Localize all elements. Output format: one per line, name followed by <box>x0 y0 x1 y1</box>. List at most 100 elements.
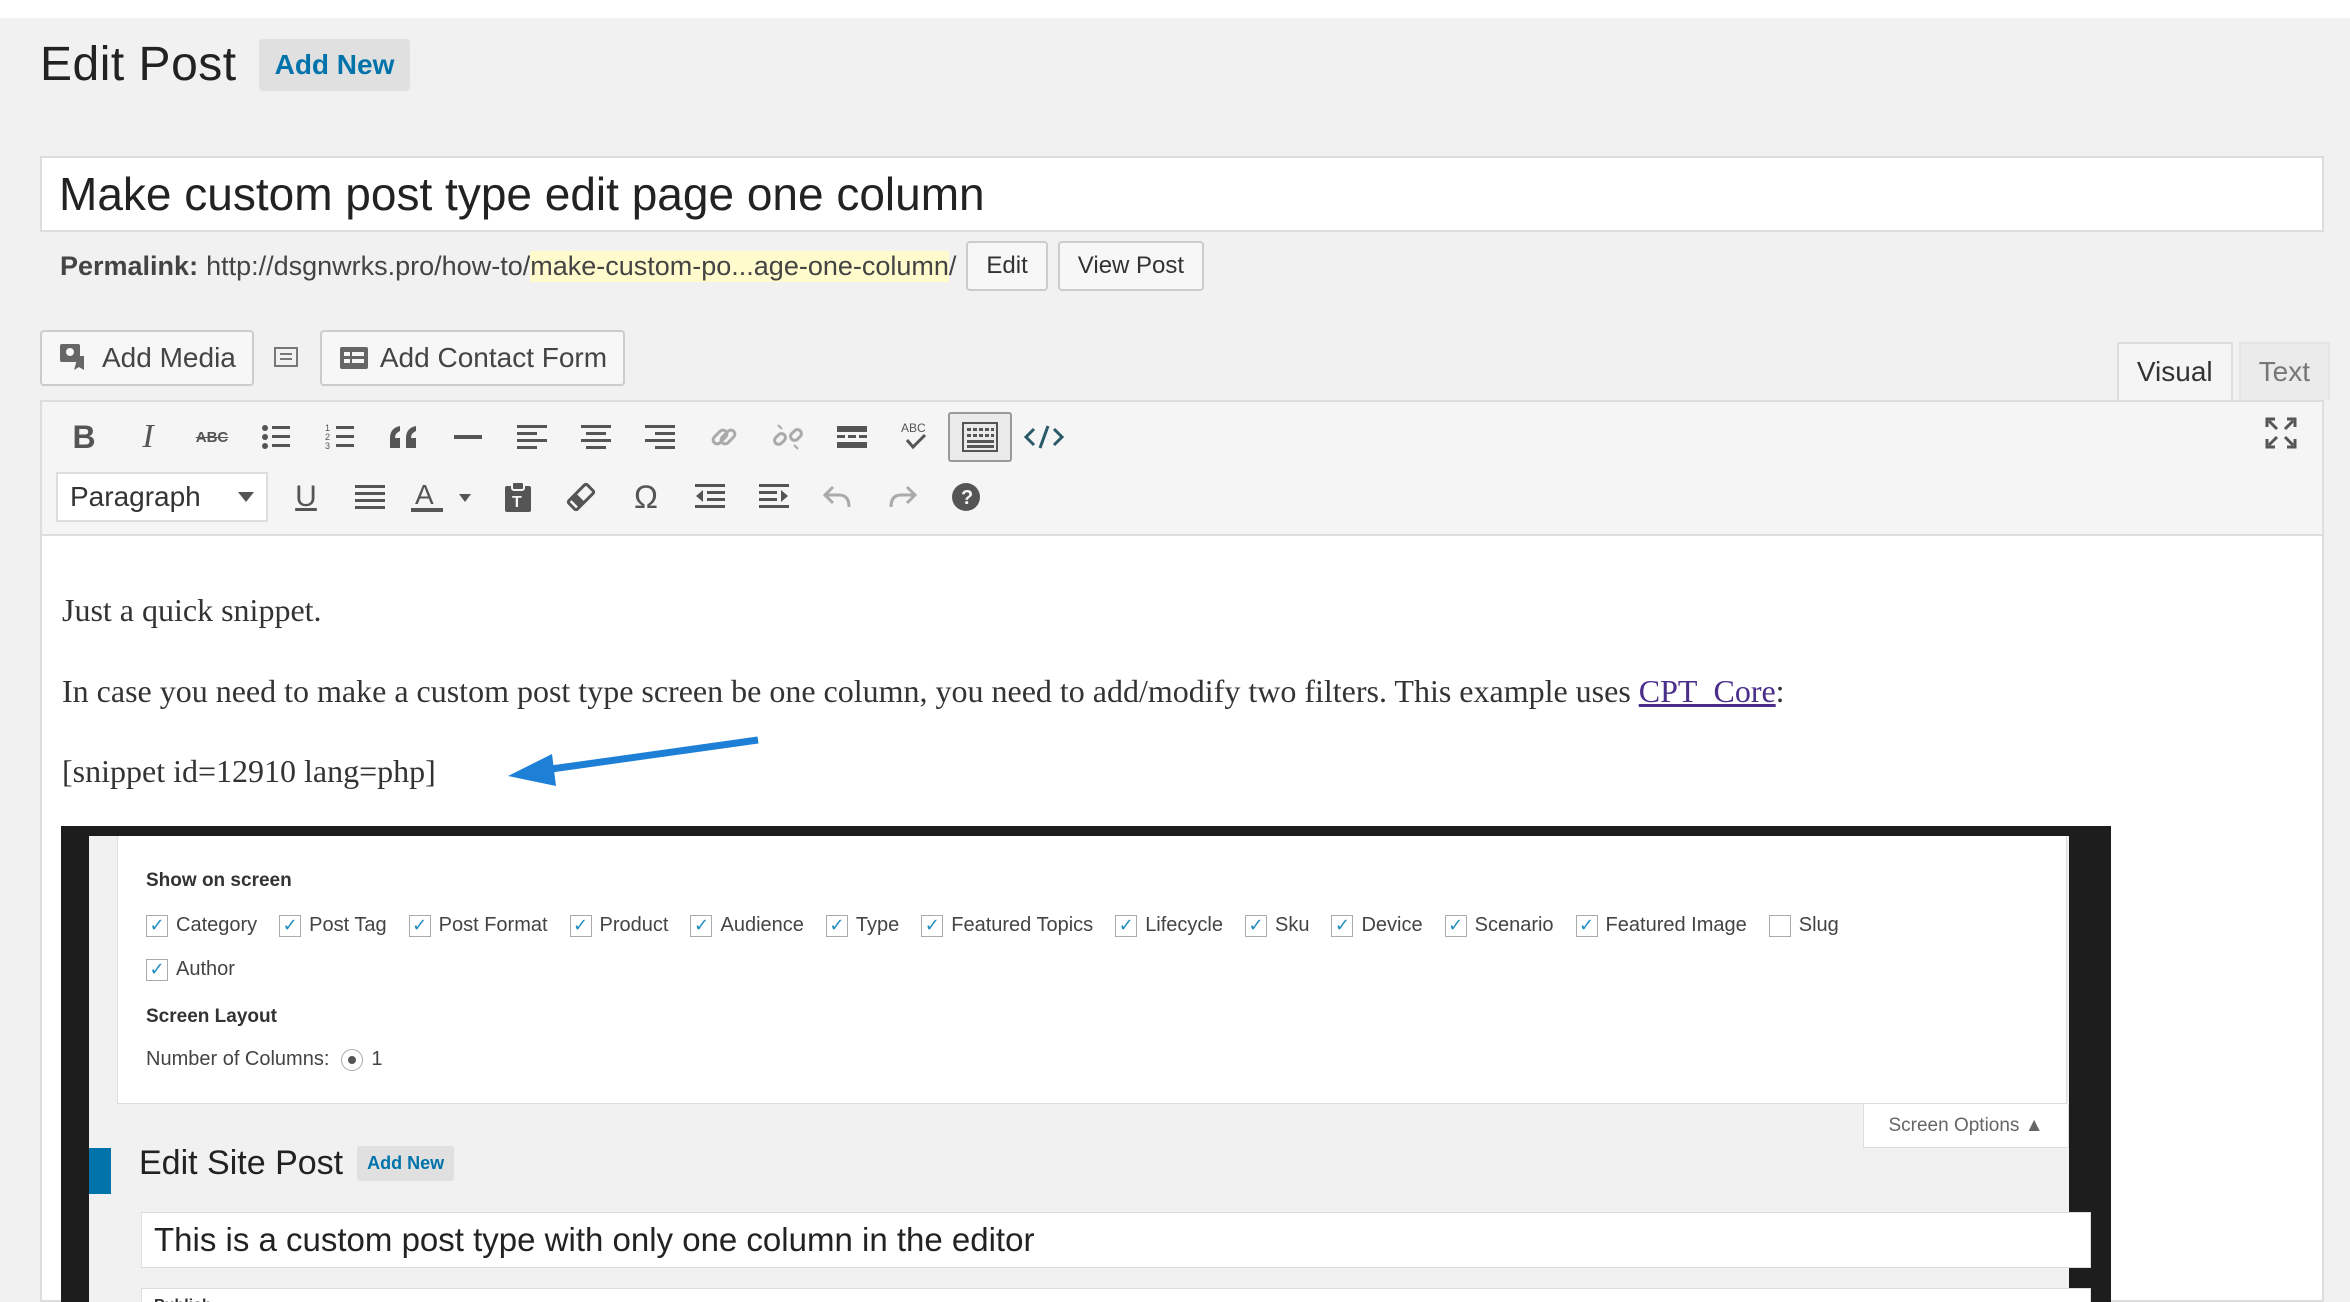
edit-permalink-button[interactable]: Edit <box>966 241 1048 291</box>
post-title-input[interactable]: Make custom post type edit page one colu… <box>40 156 2324 232</box>
screenshot-title-input[interactable]: This is a custom post type with only one… <box>141 1212 2091 1268</box>
add-new-button[interactable]: Add New <box>258 38 411 91</box>
checkbox-item[interactable]: ✓ Featured Image <box>1575 914 1747 937</box>
checkbox-box[interactable]: ✓ <box>1331 914 1354 937</box>
add-media-icon <box>60 344 84 370</box>
toolbar-row-1: B I ABC 123 ABC <box>52 412 1076 462</box>
checkbox-label: Scenario <box>1474 914 1554 936</box>
checkbox-label: Slug <box>1798 914 1839 936</box>
spellcheck-icon[interactable]: ABC <box>884 412 948 462</box>
checkbox-box[interactable]: ✓ <box>1444 914 1467 937</box>
italic-icon[interactable]: I <box>116 412 180 462</box>
checkbox-author[interactable]: ✓ Author <box>146 958 235 981</box>
svg-text:T: T <box>512 494 522 511</box>
page-header: Edit Post Add New <box>40 37 411 92</box>
add-contact-form-button[interactable]: Add Contact Form <box>319 330 626 386</box>
chevron-down-icon <box>238 492 254 502</box>
checkbox-item[interactable]: ✓ Category <box>146 914 257 937</box>
checkbox-item[interactable]: ✓ Scenario <box>1444 914 1554 937</box>
tab-visual[interactable]: Visual <box>2116 342 2233 400</box>
redo-icon[interactable] <box>870 472 934 522</box>
page-title: Edit Post <box>40 38 237 91</box>
paste-text-icon[interactable]: T <box>486 472 550 522</box>
bullet-list-icon[interactable] <box>244 412 308 462</box>
clear-format-icon[interactable] <box>550 472 614 522</box>
fullscreen-icon[interactable] <box>2264 416 2298 455</box>
justify-icon[interactable] <box>338 472 402 522</box>
add-contact-form-label: Add Contact Form <box>379 342 608 373</box>
strikethrough-icon[interactable]: ABC <box>180 412 244 462</box>
permalink-trail: / <box>948 250 957 281</box>
undo-icon[interactable] <box>806 472 870 522</box>
view-post-button[interactable]: View Post <box>1057 241 1205 291</box>
align-right-icon[interactable] <box>628 412 692 462</box>
help-icon[interactable]: ? <box>934 472 998 522</box>
editor-tabs: Visual Text <box>2111 342 2330 400</box>
checkbox-item[interactable]: ✓ Device <box>1331 914 1423 937</box>
checkbox-label: Post Format <box>438 914 548 936</box>
align-center-icon[interactable] <box>564 412 628 462</box>
permalink-label: Permalink: <box>60 250 199 281</box>
screen-options-panel: Show on screen ✓ Category ✓ Post Tag ✓ Post F… <box>117 836 2067 1104</box>
checkbox-box[interactable]: ✓ <box>1245 914 1267 937</box>
outdent-icon[interactable] <box>678 472 742 522</box>
checkbox-box[interactable]: ✓ <box>146 914 168 937</box>
checkbox-box[interactable]: ✓ <box>921 914 944 937</box>
columns-label: Number of Columns: <box>146 1048 330 1070</box>
remove-link-icon[interactable] <box>756 412 820 462</box>
screen-options-tab[interactable]: Screen Options ▲ <box>1863 1104 2069 1148</box>
screenshot-panel: Show on screen ✓ Category ✓ Post Tag ✓ Post F… <box>89 836 2091 1302</box>
checkbox-box[interactable]: ✓ <box>1575 914 1598 937</box>
checkbox-item[interactable]: Slug <box>1768 914 1839 937</box>
checkbox-item[interactable]: ✓ Post Tag <box>279 914 387 937</box>
format-select[interactable]: Paragraph <box>56 472 268 522</box>
form-icon[interactable] <box>272 345 302 371</box>
align-left-icon[interactable] <box>500 412 564 462</box>
checkbox-label: Type <box>855 914 900 936</box>
add-media-button[interactable]: Add Media <box>40 330 254 386</box>
blockquote-icon[interactable] <box>372 412 436 462</box>
read-more-icon[interactable] <box>820 412 884 462</box>
bold-icon[interactable]: B <box>52 412 116 462</box>
checkbox-box[interactable]: ✓ <box>279 914 302 937</box>
tab-text[interactable]: Text <box>2238 342 2330 400</box>
insert-link-icon[interactable] <box>692 412 756 462</box>
checkbox-box[interactable]: ✓ <box>825 914 848 937</box>
text-color-icon[interactable]: A <box>402 472 486 522</box>
contact-form-icon <box>339 347 368 369</box>
content-paragraph-1: Just a quick snippet. <box>62 592 322 628</box>
columns-radio[interactable] <box>341 1048 364 1071</box>
checkbox-box[interactable]: ✓ <box>146 958 168 981</box>
checkbox-box[interactable] <box>1768 914 1791 937</box>
checkbox-box[interactable]: ✓ <box>569 914 592 937</box>
top-strip <box>0 0 2350 18</box>
cpt-core-link[interactable]: CPT_Core <box>1639 673 1776 709</box>
indent-icon[interactable] <box>742 472 806 522</box>
special-char-icon[interactable]: Ω <box>614 472 678 522</box>
media-buttons: Add Media Add Contact Form <box>40 330 626 386</box>
checkbox-item[interactable]: ✓ Sku <box>1245 914 1309 937</box>
code-icon[interactable] <box>1012 412 1076 462</box>
checkbox-item[interactable]: ✓ Featured Topics <box>921 914 1093 937</box>
checkbox-box[interactable]: ✓ <box>690 914 713 937</box>
checkbox-item[interactable]: ✓ Product <box>569 914 668 937</box>
checkbox-item[interactable]: ✓ Lifecycle <box>1115 914 1223 937</box>
horizontal-line-icon[interactable] <box>436 412 500 462</box>
snippet-shortcode: [snippet id=12910 lang=php] <box>62 753 436 789</box>
permalink-slug[interactable]: make-custom-po...age-one-column <box>530 250 949 282</box>
svg-text:A: A <box>415 480 434 510</box>
checkbox-item[interactable]: ✓ Audience <box>690 914 804 937</box>
checkbox-item[interactable]: ✓ Type <box>825 914 900 937</box>
menu-active-marker <box>89 1148 111 1194</box>
toolbar-toggle-icon[interactable] <box>948 412 1012 462</box>
underline-icon[interactable]: U <box>274 472 338 522</box>
format-select-value: Paragraph <box>70 481 201 512</box>
checkbox-label: Featured Topics <box>951 914 1094 936</box>
screenshot-title: Edit Site Post <box>139 1144 344 1182</box>
checkbox-box[interactable]: ✓ <box>408 914 431 937</box>
checkbox-label: Post Tag <box>309 914 387 936</box>
checkbox-item[interactable]: ✓ Post Format <box>408 914 548 937</box>
numbered-list-icon[interactable]: 123 <box>308 412 372 462</box>
screenshot-add-new-button[interactable]: Add New <box>357 1146 455 1181</box>
checkbox-box[interactable]: ✓ <box>1115 914 1138 937</box>
